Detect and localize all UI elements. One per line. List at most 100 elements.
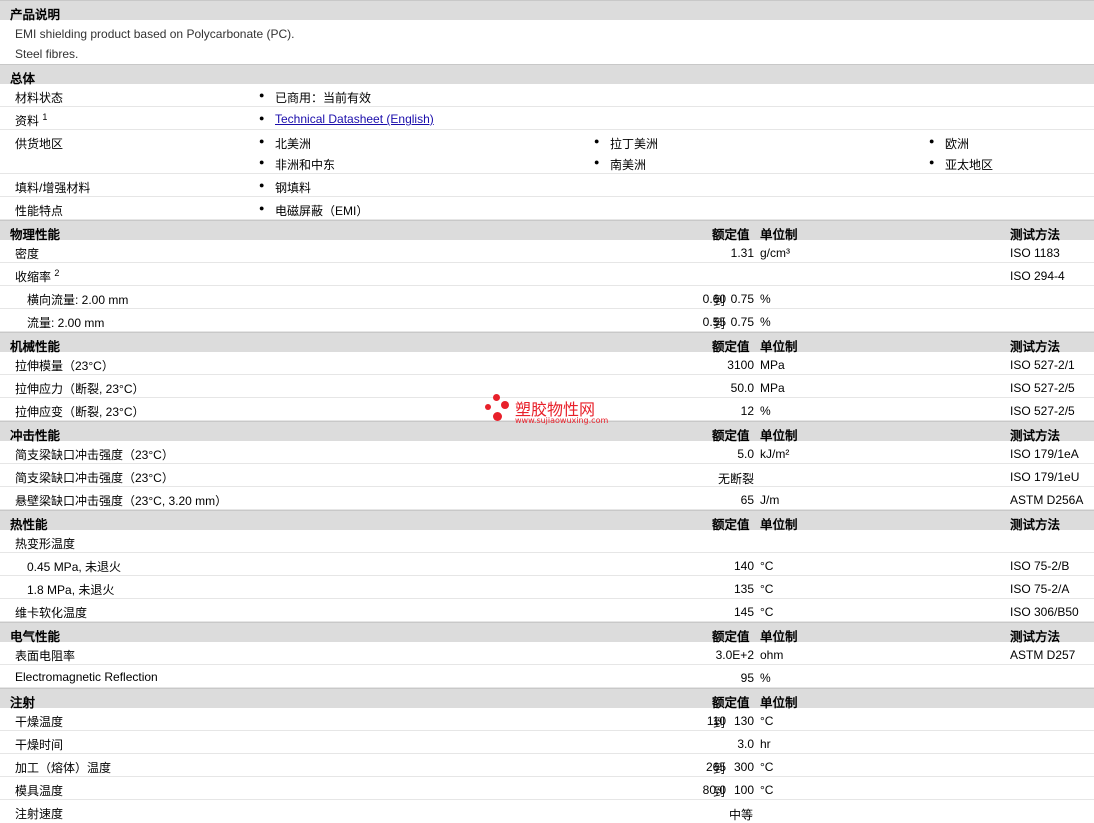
test-method: ASTM D257 xyxy=(1010,648,1076,662)
row-melt-temp: 加工（熔体）温度 265 到 300 °C xyxy=(0,754,1094,777)
row-surface-resistivity: 表面电阻率 3.0E+2 ohm ASTM D257 xyxy=(0,642,1094,665)
row-features: 性能特点 电磁屏蔽（EMI） xyxy=(0,197,1094,220)
section-general: 总体 xyxy=(0,64,1094,86)
watermark-url: www.sujiaowuxing.com xyxy=(515,416,609,425)
row-label: 材料状态 xyxy=(15,91,64,105)
range-to: 到 xyxy=(713,762,726,776)
row-documents: 资料 1 Technical Datasheet (English) xyxy=(0,107,1094,130)
row-filler: 填料/增强材料 钢填料 xyxy=(0,174,1094,197)
row-label: 热变形温度 xyxy=(15,537,76,551)
row-charpy-unnotched: 简支梁缺口冲击强度（23°C） 无断裂 ISO 179/1eU xyxy=(0,464,1094,487)
row-label: 干燥时间 xyxy=(15,738,64,752)
unit: MPa xyxy=(760,381,785,395)
row-shrinkage-transverse: 横向流量: 2.00 mm 0.60 到 0.75 % xyxy=(0,286,1094,309)
nominal-value: 145 xyxy=(733,605,754,619)
row-injection-speed: 注射速度 中等 xyxy=(0,800,1094,823)
row-label: 维卡软化温度 xyxy=(15,606,88,620)
watermark-dots-icon xyxy=(485,394,513,424)
range-to: 到 xyxy=(713,294,726,308)
row-label: 拉伸应力（断裂, 23°C） xyxy=(15,382,145,396)
description-line: EMI shielding product based on Polycarbo… xyxy=(15,27,295,41)
test-method: ISO 1183 xyxy=(1010,246,1060,260)
row-label: 干燥温度 xyxy=(15,715,64,729)
nominal-value: 3.0 xyxy=(737,737,754,751)
unit: ohm xyxy=(760,648,784,662)
unit: g/cm³ xyxy=(760,246,790,260)
row-em-reflection: Electromagnetic Reflection 95 % xyxy=(0,665,1094,688)
nominal-value: 300 xyxy=(733,760,754,774)
range-to: 到 xyxy=(713,785,726,799)
test-method: ISO 75-2/A xyxy=(1010,582,1070,596)
nominal-value: 0.75 xyxy=(730,315,754,329)
nominal-value: 12 xyxy=(740,404,754,418)
section-product-description: 产品说明 xyxy=(0,0,1094,22)
unit: % xyxy=(760,671,771,685)
datasheet-bullet: Technical Datasheet (English) xyxy=(259,112,434,126)
nominal-value: 130 xyxy=(733,714,754,728)
nominal-value: 3.0E+2 xyxy=(715,648,754,662)
row-izod-notched: 悬壁梁缺口冲击强度（23°C, 3.20 mm） 65 J/m ASTM D25… xyxy=(0,487,1094,510)
row-regions: 供货地区 北美洲 拉丁美洲 欧洲 非洲和中东 南美洲 亚太地区 xyxy=(0,130,1094,174)
test-method: ISO 179/1eU xyxy=(1010,470,1080,484)
feature-value: 电磁屏蔽（EMI） xyxy=(259,202,368,219)
row-material-status: 材料状态 已商用：当前有效 xyxy=(0,84,1094,107)
row-label: 表面电阻率 xyxy=(15,649,76,663)
row-charpy-notched: 简支梁缺口冲击强度（23°C） 5.0 kJ/m² ISO 179/1eA xyxy=(0,441,1094,464)
nominal-value: 3100 xyxy=(727,358,754,372)
row-vicat: 维卡软化温度 145 °C ISO 306/B50 xyxy=(0,599,1094,622)
row-label: 收缩率 2 xyxy=(15,268,60,284)
region-item: 北美洲 xyxy=(259,135,311,152)
watermark-logo: 塑胶物性网 www.sujiaowuxing.com xyxy=(485,394,615,428)
filler-value: 钢填料 xyxy=(259,179,311,196)
unit: % xyxy=(760,404,771,418)
unit: °C xyxy=(760,559,774,573)
row-drying-time: 干燥时间 3.0 hr xyxy=(0,731,1094,754)
region-item: 亚太地区 xyxy=(929,156,993,173)
nominal-value: 50.0 xyxy=(730,381,754,395)
section-thermal: 热性能 额定值 单位制 测试方法 xyxy=(0,510,1094,532)
nominal-value: 中等 xyxy=(729,808,754,822)
test-method: ISO 75-2/B xyxy=(1010,559,1070,573)
row-label: 拉伸模量（23°C） xyxy=(15,359,114,373)
unit: MPa xyxy=(760,358,785,372)
test-method: ASTM D256A xyxy=(1010,493,1084,507)
row-label: 供货地区 xyxy=(15,137,64,151)
region-item: 拉丁美洲 xyxy=(594,135,658,152)
unit: kJ/m² xyxy=(760,447,790,461)
status-value: 已商用：当前有效 xyxy=(259,89,371,106)
unit: °C xyxy=(760,760,774,774)
unit: hr xyxy=(760,737,771,751)
region-item: 非洲和中东 xyxy=(259,156,335,173)
row-label: 0.45 MPa, 未退火 xyxy=(27,560,122,574)
product-description: EMI shielding product based on Polycarbo… xyxy=(0,20,1094,64)
unit: J/m xyxy=(760,493,780,507)
row-hdt: 热变形温度 xyxy=(0,530,1094,553)
nominal-value: 135 xyxy=(733,582,754,596)
unit: % xyxy=(760,292,771,306)
technical-datasheet-link[interactable]: Technical Datasheet (English) xyxy=(275,112,434,126)
row-label: 1.8 MPa, 未退火 xyxy=(27,583,115,597)
test-method: ISO 306/B50 xyxy=(1010,605,1079,619)
row-label: 横向流量: 2.00 mm xyxy=(27,293,129,307)
nominal-value: 100 xyxy=(733,783,754,797)
test-method: ISO 527-2/5 xyxy=(1010,381,1075,395)
row-label: 简支梁缺口冲击强度（23°C） xyxy=(15,448,174,462)
description-line: Steel fibres. xyxy=(15,47,79,61)
row-label: 密度 xyxy=(15,247,40,261)
row-label: 悬壁梁缺口冲击强度（23°C, 3.20 mm） xyxy=(15,494,228,508)
test-method: ISO 527-2/5 xyxy=(1010,404,1075,418)
row-hdt-045: 0.45 MPa, 未退火 140 °C ISO 75-2/B xyxy=(0,553,1094,576)
row-label: 流量: 2.00 mm xyxy=(27,316,105,330)
nominal-value: 5.0 xyxy=(737,447,754,461)
unit: °C xyxy=(760,605,774,619)
row-drying-temp: 干燥温度 110 到 130 °C xyxy=(0,708,1094,731)
nominal-value: 1.31 xyxy=(730,246,754,260)
range-to: 到 xyxy=(713,716,726,730)
row-shrinkage: 收缩率 2 ISO 294-4 xyxy=(0,263,1094,286)
unit: °C xyxy=(760,783,774,797)
row-label: 性能特点 xyxy=(15,204,64,218)
row-label: 填料/增强材料 xyxy=(15,181,91,195)
row-hdt-18: 1.8 MPa, 未退火 135 °C ISO 75-2/A xyxy=(0,576,1094,599)
section-injection: 注射 额定值 单位制 xyxy=(0,688,1094,710)
row-tensile-modulus: 拉伸模量（23°C） 3100 MPa ISO 527-2/1 xyxy=(0,352,1094,375)
